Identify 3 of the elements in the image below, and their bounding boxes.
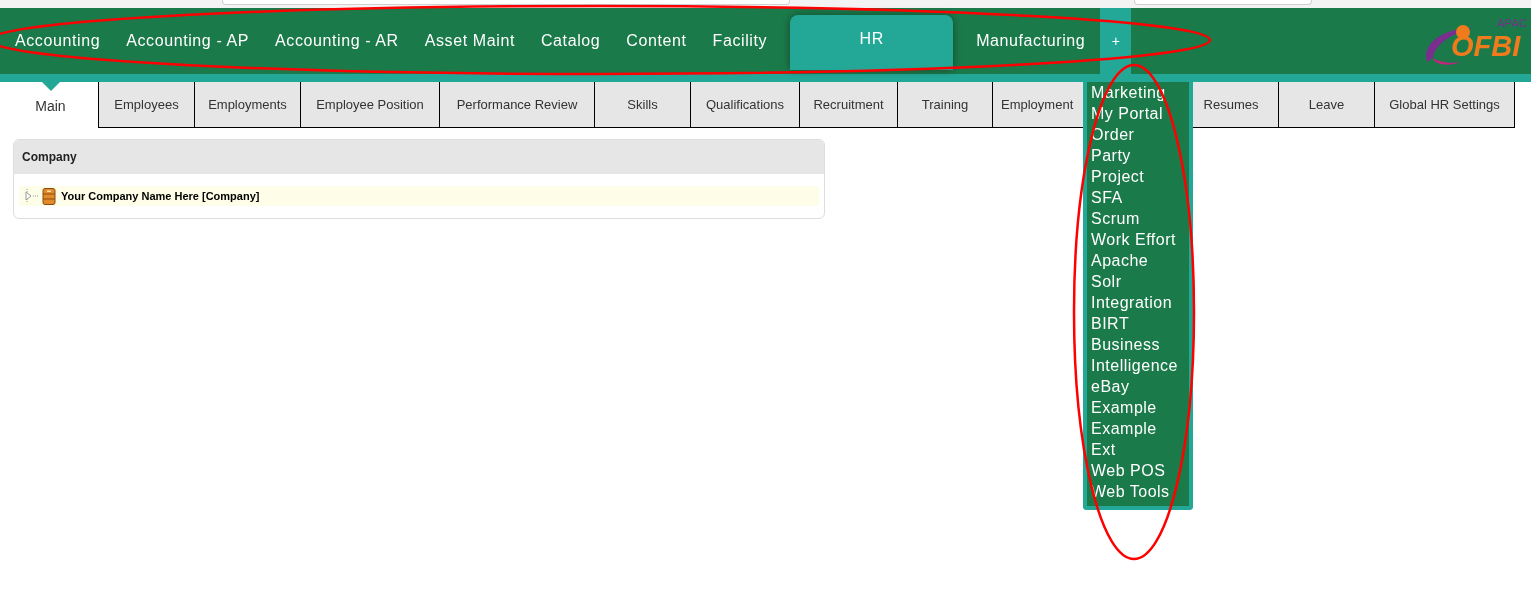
- logo-text: OFBI: [1451, 32, 1521, 61]
- logo-text: APAC: [1497, 18, 1528, 29]
- panel-title: Company: [22, 149, 77, 166]
